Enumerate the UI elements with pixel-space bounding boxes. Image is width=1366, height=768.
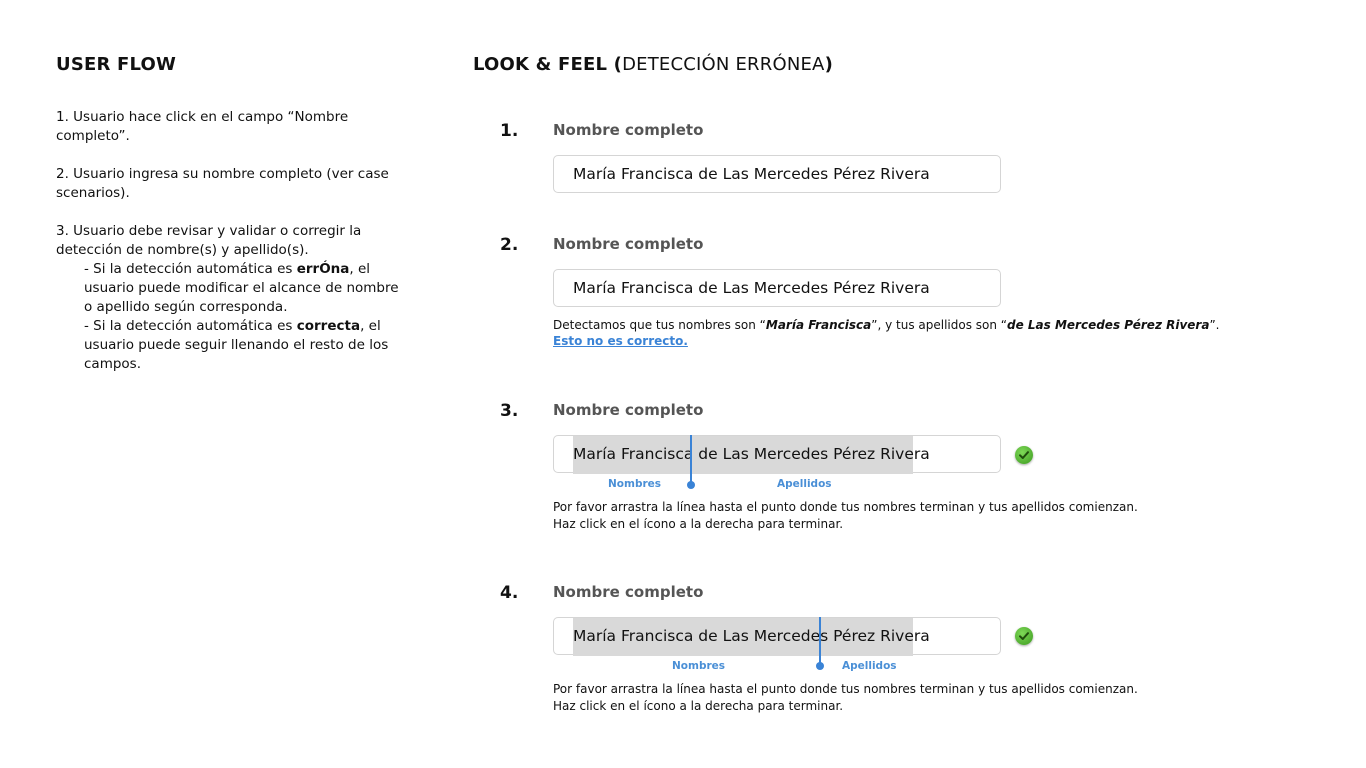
detection-text-b: ”, y tus apellidos son “ xyxy=(871,318,1007,332)
step-1-name-field[interactable]: María Francisca de Las Mercedes Pérez Ri… xyxy=(553,155,1001,193)
substep-correcta-bold: correcta xyxy=(296,318,361,334)
step-3-helper-line-1: Por favor arrastra la línea hasta el pun… xyxy=(553,500,1138,514)
user-flow-substep-correcta: - Si la detección automática es correcta… xyxy=(56,317,401,374)
user-flow-title: USER FLOW xyxy=(56,54,177,75)
step-3-name-field[interactable]: María Francisca de Las Mercedes Pérez Ri… xyxy=(553,435,1001,474)
substep-erronea-prefix: - Si la detección automática es xyxy=(84,261,297,277)
substep-correcta-prefix: - Si la detección automática es xyxy=(84,318,297,334)
detection-text-a: Detectamos que tus nombres son “ xyxy=(553,318,766,332)
look-feel-title-close: ) xyxy=(824,54,834,75)
step-2-number: 2. xyxy=(500,235,519,255)
step-4-split-handle-line[interactable] xyxy=(819,617,822,666)
user-flow-step-1: 1. Usuario hace click en el campo “Nombr… xyxy=(56,109,349,144)
user-flow-step-2: 2. Usuario ingresa su nombre completo (v… xyxy=(56,166,389,201)
look-feel-title-normal: DETECCIÓN ERRÓNEA xyxy=(622,54,825,75)
step-3-split-handle-line[interactable] xyxy=(690,435,692,485)
step-4-name-field[interactable]: María Francisca de Las Mercedes Pérez Ri… xyxy=(553,617,1001,656)
step-4-split-handle-dot[interactable] xyxy=(816,662,825,670)
check-mark-glyph xyxy=(1019,632,1029,640)
user-flow-steps: 1. Usuario hace click en el campo “Nombr… xyxy=(56,108,401,374)
look-feel-title-bold: LOOK & FEEL ( xyxy=(473,54,623,75)
step-4-nombres-label: Nombres xyxy=(672,660,726,672)
step-4-check-icon[interactable] xyxy=(1015,627,1033,645)
step-4-name-value: María Francisca de Las Mercedes Pérez Ri… xyxy=(573,627,930,645)
step-4-number: 4. xyxy=(500,583,519,603)
step-2-label: Nombre completo xyxy=(553,235,704,253)
step-1-number: 1. xyxy=(500,121,519,141)
step-4-label: Nombre completo xyxy=(553,583,704,601)
step-4-helper-line-1: Por favor arrastra la línea hasta el pun… xyxy=(553,682,1138,696)
look-feel-title: LOOK & FEEL (DETECCIÓN ERRÓNEA) xyxy=(473,54,833,75)
step-4-helper-line-2: Haz click en el ícono a la derecha para … xyxy=(553,699,844,713)
substep-erronea-bold: errÓna xyxy=(296,261,350,277)
detection-text-c: ”. xyxy=(1209,318,1220,332)
step-3-split-handle-dot[interactable] xyxy=(687,481,695,489)
step-2-detection-message: Detectamos que tus nombres son “María Fr… xyxy=(553,317,1219,334)
step-2-name-value: María Francisca de Las Mercedes Pérez Ri… xyxy=(573,279,930,297)
not-correct-link[interactable]: Esto no es correcto. xyxy=(553,334,688,348)
step-3-number: 3. xyxy=(500,401,519,421)
step-4-apellidos-label: Apellidos xyxy=(842,660,897,672)
detected-names: María Francisca xyxy=(765,318,872,332)
step-3-label: Nombre completo xyxy=(553,401,704,419)
check-mark-glyph xyxy=(1019,451,1029,459)
step-3-helper-line-2: Haz click en el ícono a la derecha para … xyxy=(553,517,844,531)
step-3-name-value: María Francisca de Las Mercedes Pérez Ri… xyxy=(573,445,930,463)
step-1-name-value: María Francisca de Las Mercedes Pérez Ri… xyxy=(573,165,930,183)
user-flow-substep-erronea: - Si la detección automática es errÓna, … xyxy=(56,260,401,317)
detected-surnames: de Las Mercedes Pérez Rivera xyxy=(1007,318,1210,332)
user-flow-step-3: 3. Usuario debe revisar y validar o corr… xyxy=(56,223,362,258)
step-3-nombres-label: Nombres xyxy=(608,478,662,490)
step-2-name-field[interactable]: María Francisca de Las Mercedes Pérez Ri… xyxy=(553,269,1001,307)
step-3-check-icon[interactable] xyxy=(1015,446,1033,464)
step-3-apellidos-label: Apellidos xyxy=(777,478,832,490)
step-1-label: Nombre completo xyxy=(553,121,704,139)
